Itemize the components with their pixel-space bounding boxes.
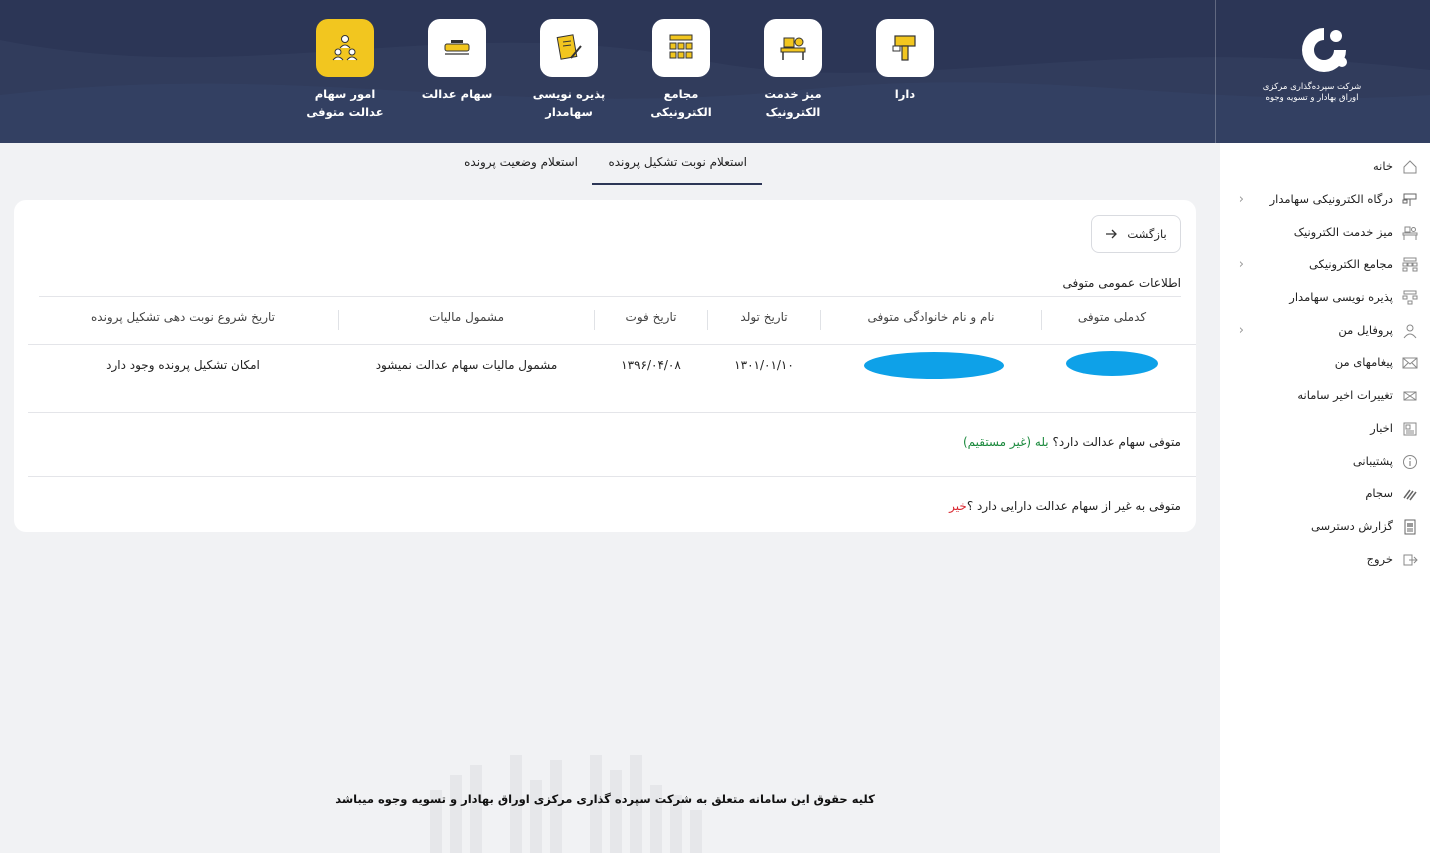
th-national-id: کدملی متوفی: [1077, 310, 1147, 324]
sidebar-item-subscription[interactable]: پذیره نویسی سهامدار: [1220, 282, 1430, 315]
col-separator: [820, 310, 821, 330]
sidebar-item-desk[interactable]: میز خدمت الکترونیک: [1220, 217, 1430, 250]
section-title: اطلاعات عمومی متوفی: [1062, 276, 1182, 290]
edalat-shares-icon: [428, 19, 486, 77]
portal-icon: [1402, 193, 1417, 206]
th-full-name: نام و نام خانوادگی متوفی: [867, 310, 995, 324]
logo-area[interactable]: شرکت سپرده‌گذاری مرکزی اوراق بهادار و تس…: [1215, 0, 1430, 143]
sidebar-item-home[interactable]: خانه: [1220, 151, 1430, 184]
logout-icon: [1403, 554, 1418, 566]
question-other-assets: متوفی به غیر از سهام عدالت دارایی دارد ؟…: [949, 499, 1181, 513]
td-start: امکان تشکیل پرونده وجود دارد: [106, 358, 260, 372]
sidebar-item-assemblies[interactable]: مجامع الکترونیکی ‹: [1220, 249, 1430, 282]
back-button[interactable]: بازگشت: [1091, 215, 1181, 253]
col-separator: [1041, 310, 1042, 330]
mail-icon: [1402, 357, 1418, 369]
service-desk-icon: [764, 19, 822, 77]
sejam-icon: [1403, 489, 1417, 501]
active-tab-indicator: [592, 183, 762, 185]
sidebar-item-portal[interactable]: درگاه الکترونیکی سهامدار ‹: [1220, 184, 1430, 217]
sidebar-item-support[interactable]: پشتیبانی: [1220, 446, 1430, 479]
divider: [28, 412, 1196, 413]
chevron-left-icon[interactable]: ‹: [1234, 323, 1244, 338]
home-icon: [1403, 160, 1417, 174]
sidebar-item-logout[interactable]: خروج: [1220, 544, 1430, 577]
col-separator: [707, 310, 708, 330]
divider: [39, 296, 1181, 297]
info-icon: [1403, 455, 1417, 469]
main-card: بازگشت اطلاعات عمومی متوفی کدملی متوفی ن…: [14, 200, 1196, 532]
sidebar-item-profile[interactable]: پروفایل من ‹: [1220, 315, 1430, 348]
question-has-edalat: متوفی سهام عدالت دارد؟ بله (غیر مستقیم): [962, 435, 1181, 449]
nav-assemblies[interactable]: مجامع الکترونیکی: [633, 19, 729, 121]
tabs-bar: استعلام نوبت تشکیل پرونده استعلام وضعیت …: [0, 143, 1210, 187]
nav-edalat-shares[interactable]: سهام عدالت: [409, 19, 505, 103]
divider: [28, 344, 1196, 345]
sidebar-item-messages[interactable]: پیغامهای من: [1220, 347, 1430, 380]
divider: [28, 476, 1196, 477]
th-birth-date: تاریخ تولد: [740, 310, 788, 324]
chevron-left-icon[interactable]: ‹: [1234, 192, 1244, 207]
nav-service-desk[interactable]: میز خدمت الکترونیک: [745, 19, 841, 121]
dara-icon: [876, 19, 934, 77]
sidebar: خانه درگاه الکترونیکی سهامدار ‹ میز خدمت…: [1220, 143, 1430, 853]
assembly-icon: [1402, 257, 1418, 272]
user-icon: [1403, 324, 1417, 339]
logo-text: شرکت سپرده‌گذاری مرکزی اوراق بهادار و تس…: [1262, 82, 1362, 103]
deceased-shares-icon: [316, 19, 374, 77]
footer-copyright: کلیه حقوق این سامانه متعلق به شرکت سپرده…: [335, 792, 875, 806]
assembly-icon: [652, 19, 710, 77]
th-death-date: تاریخ فوت: [625, 310, 677, 324]
tab-status-inquiry[interactable]: استعلام وضعیت پرونده: [464, 155, 578, 169]
answer-other-assets: خیر: [949, 499, 967, 513]
td-tax: مشمول مالیات سهام عدالت نمیشود: [375, 358, 558, 372]
nav-dara[interactable]: دارا: [857, 19, 953, 103]
sidebar-item-changes[interactable]: تغییرات اخیر سامانه: [1220, 380, 1430, 413]
col-separator: [594, 310, 595, 330]
td-birth-date: ۱۳۰۱/۰۱/۱۰: [734, 358, 794, 372]
redacted-full-name: [864, 352, 1004, 379]
top-header: شرکت سپرده‌گذاری مرکزی اوراق بهادار و تس…: [0, 0, 1430, 143]
csdi-logo-icon: [1302, 28, 1347, 72]
sidebar-item-sejam[interactable]: سجام: [1220, 478, 1430, 511]
nav-subscription[interactable]: پذیره نویسی سهامدار: [521, 19, 617, 121]
answer-has-edalat: بله (غیر مستقیم): [962, 435, 1049, 449]
tab-queue-inquiry[interactable]: استعلام نوبت تشکیل پرونده: [608, 155, 747, 169]
sidebar-item-access-report[interactable]: گزارش دسترسی: [1220, 511, 1430, 544]
chevron-left-icon[interactable]: ‹: [1234, 257, 1244, 272]
redacted-national-id: [1066, 351, 1158, 376]
desk-icon: [1402, 226, 1418, 240]
th-start-date: تاریخ شروع نوبت دهی تشکیل پرونده: [91, 310, 275, 324]
news-icon: [1403, 422, 1417, 436]
subscription-icon: [540, 19, 598, 77]
report-icon: [1404, 519, 1416, 535]
nav-deceased-shares[interactable]: امور سهام عدالت متوفی: [297, 19, 393, 121]
changes-icon: [1403, 391, 1417, 401]
col-separator: [338, 310, 339, 330]
td-death-date: ۱۳۹۶/۰۴/۰۸: [621, 358, 681, 372]
th-tax: مشمول مالیات: [428, 310, 505, 324]
sidebar-item-news[interactable]: اخبار: [1220, 413, 1430, 446]
subscription-icon: [1402, 290, 1418, 305]
arrow-right-icon: [1106, 229, 1118, 239]
